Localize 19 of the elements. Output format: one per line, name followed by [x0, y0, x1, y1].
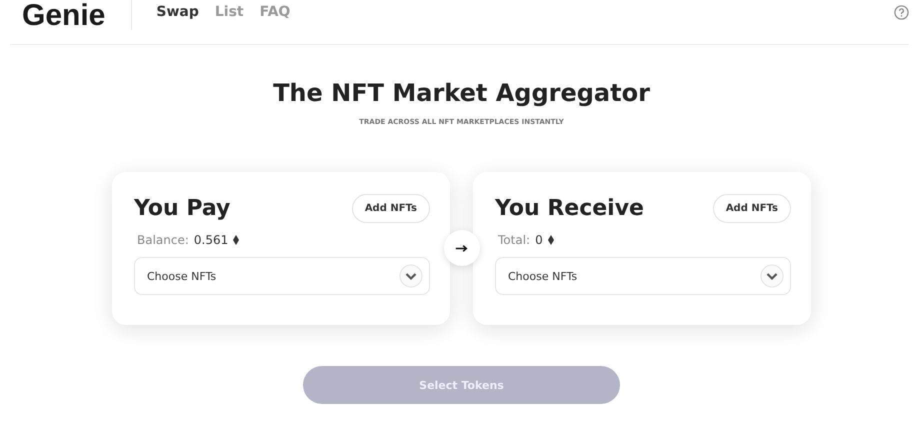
arrow-right-icon	[455, 244, 468, 252]
add-nfts-button[interactable]: Add NFTs	[352, 194, 430, 223]
amount-label: Balance:	[137, 233, 189, 247]
amount-value: 0.561	[194, 233, 228, 247]
help-icon[interactable]	[894, 4, 909, 20]
amount-label: Total:	[498, 233, 530, 247]
chevron-down-icon	[760, 264, 784, 288]
choose-nfts-dropdown[interactable]: Choose NFTs	[134, 257, 430, 295]
chevron-down-icon	[399, 264, 423, 288]
card-title: You Pay	[134, 196, 230, 221]
ethereum-icon	[548, 235, 554, 245]
choose-nfts-dropdown[interactable]: Choose NFTs	[495, 257, 791, 295]
add-nfts-button[interactable]: Add NFTs	[712, 194, 791, 223]
ethereum-icon	[233, 235, 240, 245]
logo[interactable]: Genie	[10, 0, 118, 33]
nav-tab[interactable]: Swap	[156, 4, 199, 20]
amount-value: 0	[535, 233, 543, 247]
card-title: You Receive	[495, 196, 644, 221]
page-title: The NFT Market Aggregator	[273, 79, 650, 107]
